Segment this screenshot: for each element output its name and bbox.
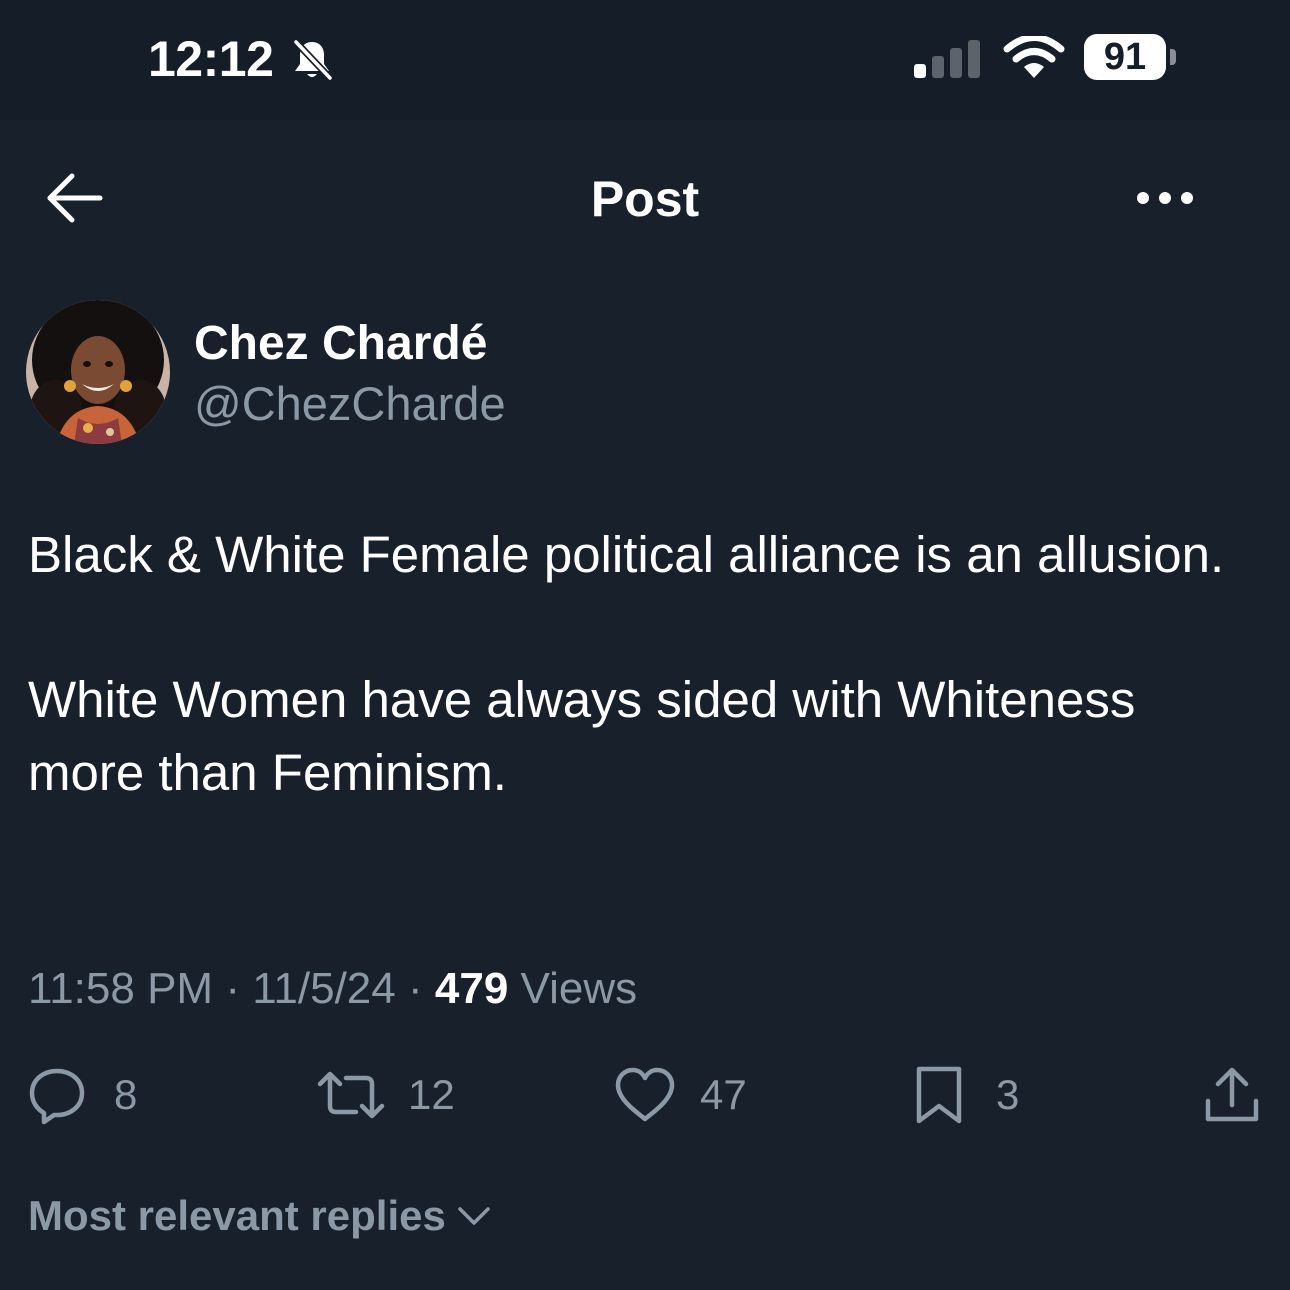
status-bar: 12:12 91 <box>0 0 1290 120</box>
battery-icon: 91 <box>1084 34 1166 80</box>
post-time: 11:58 PM <box>28 964 214 1013</box>
views-count[interactable]: 479 <box>435 964 508 1013</box>
avatar-image <box>26 300 170 444</box>
reply-count: 8 <box>114 1071 138 1118</box>
wifi-icon <box>1003 36 1065 78</box>
share-button[interactable] <box>1202 1060 1262 1130</box>
chevron-down-icon <box>458 1207 490 1225</box>
like-count: 47 <box>700 1071 747 1118</box>
views-label[interactable]: Views <box>521 964 638 1013</box>
author-handle[interactable]: @ChezCharde <box>194 376 506 431</box>
bookmark-button[interactable]: 3 <box>912 1060 1019 1130</box>
page-title: Post <box>590 171 700 227</box>
meta-separator: · <box>407 964 423 1013</box>
bell-slash-icon <box>293 39 333 81</box>
bookmark-icon <box>916 1066 962 1124</box>
reply-button[interactable]: 8 <box>26 1060 137 1130</box>
post-meta: 11:58 PM · 11/5/24 · 479 Views <box>28 964 637 1014</box>
post-paragraph: White Women have always sided with White… <box>28 671 1136 801</box>
post-paragraph: Black & White Female political alliance … <box>28 526 1225 583</box>
post-text: Black & White Female political alliance … <box>28 518 1258 881</box>
battery-level: 91 <box>1103 35 1147 78</box>
battery-tip <box>1170 49 1176 65</box>
share-icon <box>1205 1067 1259 1122</box>
status-time: 12:12 <box>148 31 274 87</box>
meta-separator: · <box>225 964 240 1013</box>
post-detail: Chez Chardé @ChezCharde Black & White Fe… <box>0 270 1290 1290</box>
avatar[interactable] <box>26 300 170 444</box>
ellipsis-icon[interactable] <box>1130 176 1200 220</box>
cellular-signal-icon <box>914 40 980 78</box>
reply-icon <box>29 1068 85 1125</box>
repost-icon <box>317 1071 385 1119</box>
post-date: 11/5/24 <box>252 964 396 1013</box>
repost-button[interactable]: 12 <box>316 1060 455 1130</box>
like-button[interactable]: 47 <box>614 1060 747 1130</box>
action-bar: 8 12 47 3 <box>0 1060 1290 1130</box>
bookmark-count: 3 <box>996 1071 1020 1118</box>
repost-count: 12 <box>408 1071 455 1118</box>
heart-icon <box>615 1067 675 1122</box>
author-name[interactable]: Chez Chardé <box>194 316 487 371</box>
replies-sort-label: Most relevant replies <box>28 1192 446 1239</box>
top-nav-bar: Post <box>0 120 1290 270</box>
replies-sort-dropdown[interactable]: Most relevant replies <box>28 1192 494 1240</box>
